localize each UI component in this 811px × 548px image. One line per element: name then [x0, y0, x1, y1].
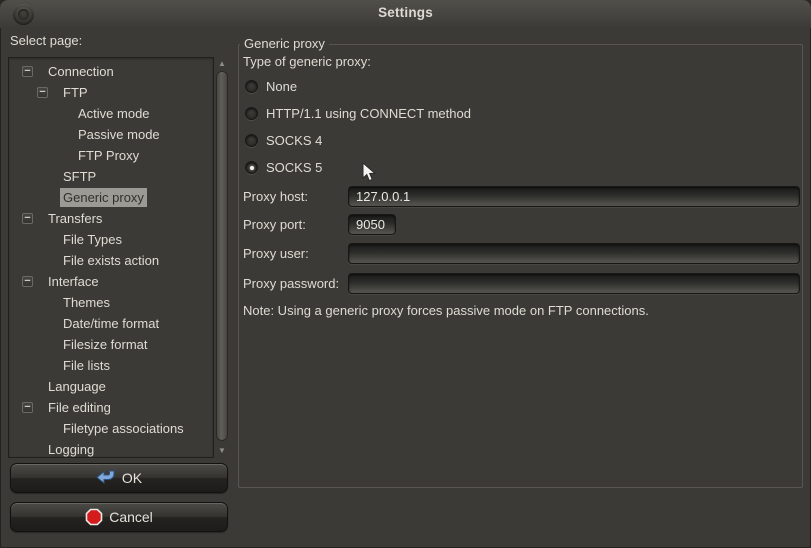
- field-row-proxy-host-: Proxy host:: [243, 186, 803, 208]
- tree-item-label: Language: [45, 377, 109, 396]
- tree-scrollbar[interactable]: ▲ ▼: [214, 57, 230, 458]
- ok-button-label: OK: [122, 470, 142, 486]
- tree-item-filesize-format[interactable]: Filesize format: [10, 334, 212, 355]
- tree-item-label: File editing: [45, 398, 114, 417]
- radio-unselected-icon[interactable]: [245, 80, 258, 93]
- tree-item-label: Themes: [60, 293, 113, 312]
- tree-item-ftp[interactable]: − FTP: [10, 82, 212, 103]
- tree-item-file-lists[interactable]: File lists: [10, 355, 212, 376]
- tree-expander-icon[interactable]: −: [37, 87, 48, 98]
- scroll-down-icon[interactable]: ▼: [214, 445, 230, 457]
- radio-option-none[interactable]: None: [245, 78, 297, 95]
- proxy-password-input[interactable]: [348, 273, 800, 294]
- tree-item-label: File Types: [60, 230, 125, 249]
- ok-button[interactable]: OK: [10, 463, 228, 493]
- tree-item-connection[interactable]: − Connection: [10, 61, 212, 82]
- settings-dialog: Settings Select page: − Connection − FTP Act…: [0, 0, 811, 548]
- tree-item-interface[interactable]: − Interface: [10, 271, 212, 292]
- tree-item-label: Interface: [45, 272, 102, 291]
- proxy-host-input[interactable]: [348, 186, 800, 207]
- tree-item-label: Connection: [45, 62, 117, 81]
- field-row-proxy-user-: Proxy user:: [243, 243, 803, 265]
- tree-item-date-time-format[interactable]: Date/time format: [10, 313, 212, 334]
- tree-item-label: Filetype associations: [60, 419, 187, 438]
- tree-item-language[interactable]: Language: [10, 376, 212, 397]
- radio-option-label: None: [266, 79, 297, 94]
- tree-item-label: FTP: [60, 83, 91, 102]
- field-row-proxy-port-: Proxy port:: [243, 214, 803, 236]
- radio-unselected-icon[interactable]: [245, 107, 258, 120]
- radio-option-label: HTTP/1.1 using CONNECT method: [266, 106, 471, 121]
- tree-expander-icon[interactable]: −: [22, 213, 33, 224]
- tree-item-file-exists-action[interactable]: File exists action: [10, 250, 212, 271]
- window-title: Settings: [0, 5, 811, 20]
- tree-expander-icon[interactable]: −: [22, 276, 33, 287]
- tree-item-label: Logging: [45, 440, 97, 458]
- proxy-port-input[interactable]: [348, 214, 396, 235]
- tree-item-ftp-proxy[interactable]: FTP Proxy: [10, 145, 212, 166]
- proxy-note: Note: Using a generic proxy forces passi…: [243, 303, 649, 319]
- tree-item-label: Generic proxy: [60, 188, 147, 207]
- tree-item-label: Passive mode: [75, 125, 163, 144]
- stop-sign-icon: [85, 508, 103, 526]
- tree-item-label: SFTP: [60, 167, 99, 186]
- radio-option-label: SOCKS 5: [266, 160, 322, 175]
- field-label: Proxy password:: [243, 273, 339, 295]
- tree-item-logging[interactable]: Logging: [10, 439, 212, 458]
- radio-option-socks-4[interactable]: SOCKS 4: [245, 132, 322, 149]
- select-page-label: Select page:: [10, 33, 82, 49]
- scrollbar-thumb[interactable]: [216, 71, 228, 441]
- radio-unselected-icon[interactable]: [245, 134, 258, 147]
- radio-option-label: SOCKS 4: [266, 133, 322, 148]
- tree-item-label: Transfers: [45, 209, 105, 228]
- tree-item-label: File lists: [60, 356, 113, 375]
- scroll-up-icon[interactable]: ▲: [214, 58, 230, 70]
- tree-expander-icon[interactable]: −: [22, 66, 33, 77]
- page-tree: − Connection − FTP Active mode Passive mode FT…: [8, 57, 214, 458]
- tree-item-label: Filesize format: [60, 335, 151, 354]
- tree-expander-icon[interactable]: −: [22, 402, 33, 413]
- tree-item-themes[interactable]: Themes: [10, 292, 212, 313]
- tree-item-label: FTP Proxy: [75, 146, 142, 165]
- enter-arrow-icon: [96, 470, 116, 487]
- tree-item-sftp[interactable]: SFTP: [10, 166, 212, 187]
- radio-selected-icon[interactable]: [245, 161, 258, 174]
- titlebar: Settings: [0, 0, 811, 28]
- tree-item-label: Active mode: [75, 104, 153, 123]
- cancel-button-label: Cancel: [109, 509, 153, 525]
- tree-item-filetype-associations[interactable]: Filetype associations: [10, 418, 212, 439]
- proxy-type-label: Type of generic proxy:: [243, 54, 371, 70]
- tree-item-label: File exists action: [60, 251, 162, 270]
- tree-item-active-mode[interactable]: Active mode: [10, 103, 212, 124]
- tree-item-passive-mode[interactable]: Passive mode: [10, 124, 212, 145]
- cancel-button[interactable]: Cancel: [10, 502, 228, 532]
- field-label: Proxy user:: [243, 243, 309, 265]
- radio-option-socks-5[interactable]: SOCKS 5: [245, 159, 322, 176]
- tree-item-file-editing[interactable]: − File editing: [10, 397, 212, 418]
- groupbox-title: Generic proxy: [240, 36, 329, 52]
- radio-option-http-1-1-using-connect-method[interactable]: HTTP/1.1 using CONNECT method: [245, 105, 471, 122]
- tree-item-label: Date/time format: [60, 314, 162, 333]
- proxy-user-input[interactable]: [348, 243, 800, 264]
- tree-item-transfers[interactable]: − Transfers: [10, 208, 212, 229]
- field-row-proxy-password-: Proxy password:: [243, 273, 803, 295]
- tree-item-file-types[interactable]: File Types: [10, 229, 212, 250]
- field-label: Proxy host:: [243, 186, 308, 208]
- field-label: Proxy port:: [243, 214, 306, 236]
- tree-item-generic-proxy[interactable]: Generic proxy: [10, 187, 212, 208]
